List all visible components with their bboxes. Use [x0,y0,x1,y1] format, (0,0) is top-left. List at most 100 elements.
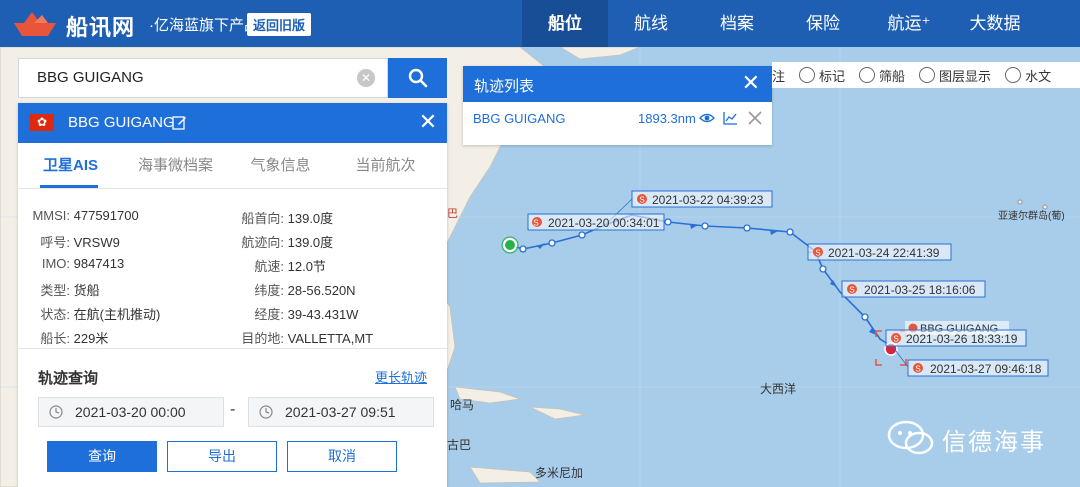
track-arrow-1 [537,243,545,249]
map-toolbar: 注 标记 筛船 图层显示 水文 [772,62,1080,88]
cancel-button[interactable]: 取消 [287,441,397,472]
track-label-2-text: 2021-03-22 04:39:23 [652,193,764,207]
watermark-text: 信德海事 [942,429,1046,456]
track-list-ship-name[interactable]: BBG GUIGANG [473,111,565,126]
nav-item-big-data[interactable]: 大数据 [952,0,1038,47]
clock-icon [259,405,273,419]
info-destination: 目的地: VALLETTA,MT [241,331,374,346]
tab-current-voyage[interactable]: 当前航次 [333,143,438,188]
filter-icon [859,67,876,83]
clock-icon [49,405,63,419]
start-date-value: 2021-03-20 00:00 [75,404,186,420]
search-value: BBG GUIGANG [37,69,144,86]
active-tab-indicator [40,185,98,188]
track-label-1: S 2021-03-20 00:34:01 [527,213,665,231]
track-start-point [503,238,517,252]
longer-track-link[interactable]: 更长轨迹 [375,367,427,386]
info-latitude: 纬度: 28-56.520N [254,283,356,298]
track-list-distance: 1893.3nm [638,111,696,126]
track-label-5-text: 2021-03-26 18:33:19 [906,332,1018,346]
track-label-3: S 2021-03-24 22:41:39 [807,243,952,261]
info-imo: IMO: 9847413 [41,256,125,271]
edit-icon[interactable] [172,115,187,130]
eye-icon[interactable] [699,111,715,125]
track-label-2: S 2021-03-22 04:39:23 [631,190,773,208]
export-button[interactable]: 导出 [167,441,277,472]
tab-satellite-ais[interactable]: 卫星AIS [18,143,123,188]
info-callsign: 呼号: VRSW9 [40,235,120,250]
track-point [819,265,827,273]
svg-text:S: S [639,196,644,205]
tool-layers[interactable]: 图层显示 [919,66,991,85]
tag-icon [799,67,816,83]
chart-icon[interactable] [722,110,738,126]
date-range-dash: - [230,401,236,418]
info-longitude: 经度: 39-43.431W [254,307,359,322]
track-point [548,239,556,247]
close-icon[interactable]: ✕ [417,111,439,133]
info-status: 状态: 在航(主机推动) [40,307,161,322]
ship-detail-panel: ✿ BBG GUIGANG ✕ 卫星AIS 海事微档案 气象信息 当前航次 MM… [18,103,447,487]
svg-text:S: S [533,219,538,228]
water-icon [1005,67,1022,83]
track-label-4: S 2021-03-25 18:16:06 [841,280,986,298]
track-point [578,231,586,239]
start-date-input[interactable]: 2021-03-20 00:00 [38,397,224,427]
track-query-section: 轨迹查询 更长轨迹 2021-03-20 00:00 - 2021-03-27 … [18,348,447,487]
tab-weather[interactable]: 气象信息 [228,143,333,188]
track-list-header: 轨迹列表 ✕ [463,66,772,102]
land-canada-top [559,47,641,60]
remove-icon[interactable] [747,110,763,126]
nav-item-ship-position[interactable]: 船位 [522,0,608,47]
info-speed: 航速: 12.0节 [254,259,326,274]
track-list-panel: 轨迹列表 ✕ BBG GUIGANG 1893.3nm [463,66,772,145]
tab-maritime-archive[interactable]: 海事微档案 [123,143,228,188]
tool-filter[interactable]: 筛船 [859,66,905,85]
nav-item-insurance[interactable]: 保险 [780,0,866,47]
nav-item-shipping[interactable]: 航运⁺ [866,0,952,47]
map-label-atlantic: 大西洋 [760,382,797,396]
track-list-title: 轨迹列表 [474,78,535,95]
track-label-6-text: 2021-03-27 09:46:18 [930,362,1042,376]
ship-track-line [509,214,894,348]
tool-tag[interactable]: 标记 [799,66,845,85]
clear-icon[interactable]: ✕ [357,69,375,87]
ship-panel-header: ✿ BBG GUIGANG ✕ [18,103,447,143]
track-label-4-text: 2021-03-25 18:16:06 [864,283,976,297]
svg-text:S: S [893,335,898,344]
tool-note[interactable]: 注 [772,66,785,85]
ship-tabs: 卫星AIS 海事微档案 气象信息 当前航次 [18,143,447,189]
end-date-input[interactable]: 2021-03-27 09:51 [248,397,434,427]
map-label-dominica: 多米尼加 [535,466,584,480]
track-point [786,228,794,236]
map-label-cuba: 古巴 [447,438,472,452]
old-version-button[interactable]: 返回旧版 [247,13,312,36]
tool-water[interactable]: 水文 [1005,66,1051,85]
nav-item-archive[interactable]: 档案 [694,0,780,47]
track-label-3-text: 2021-03-24 22:41:39 [828,246,940,260]
search-input[interactable]: BBG GUIGANG ✕ [18,58,388,98]
info-type: 类型: 货船 [40,283,100,298]
search-button[interactable] [388,58,447,98]
ship-logo-icon[interactable] [12,9,58,37]
ship-name: BBG GUIGANG [68,114,175,131]
main-nav: 船位 航线 档案 保险 航运⁺ 大数据 [522,0,1038,47]
track-label-5: S 2021-03-26 18:33:19 [885,329,1027,347]
wechat-icon [887,420,934,455]
track-label-1-text: 2021-03-20 00:34:01 [548,216,660,230]
nav-item-routes[interactable]: 航线 [608,0,694,47]
brand-name[interactable]: 船讯网 [66,10,135,42]
hong-kong-flag-icon: ✿ [30,114,54,131]
top-nav-bar: 船讯网 ·亿海蓝旗下产品 | 返回旧版 船位 航线 档案 保险 航运⁺ 大数据 [0,0,1080,47]
track-point [664,218,672,226]
track-point [743,224,751,232]
svg-text:S: S [815,249,820,258]
info-heading: 船首向: 139.0度 [241,211,334,226]
close-icon[interactable]: ✕ [742,72,760,94]
query-button[interactable]: 查询 [47,441,157,472]
search-icon [408,68,427,88]
svg-text:S: S [915,365,920,374]
map-label-edge: 巴 [447,208,458,220]
land-azores-1 [1017,199,1023,205]
map-label-bahamas: 哈马 [450,398,475,412]
